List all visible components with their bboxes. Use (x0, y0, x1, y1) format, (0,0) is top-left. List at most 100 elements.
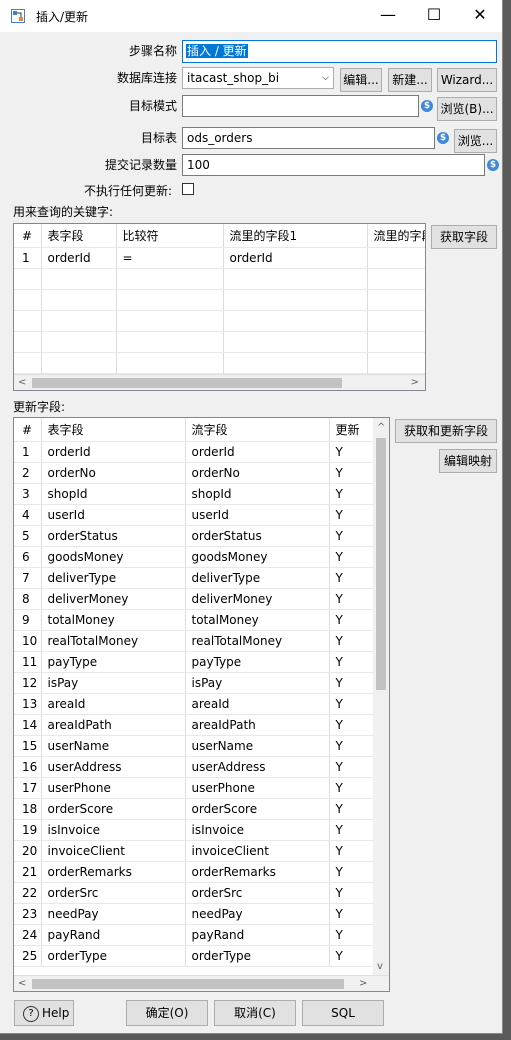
keys-table-cell[interactable]: 1 (14, 247, 42, 269)
close-button[interactable]: ✕ (457, 0, 502, 32)
update-fields-table-cell[interactable]: 8 (14, 588, 42, 610)
update-fields-table-cell[interactable]: orderNo (41, 462, 186, 484)
update-fields-table-cell[interactable]: 13 (14, 693, 42, 715)
step-name-input[interactable]: 插入 / 更新 (182, 40, 497, 63)
keys-table-cell[interactable] (223, 268, 368, 290)
update-fields-table-cell[interactable]: userAddress (185, 756, 330, 778)
update-fields-table-row[interactable]: 13 areaId areaId Y (14, 693, 374, 715)
update-fields-table-cell[interactable]: orderNo (185, 462, 330, 484)
update-fields-table-cell[interactable]: Y (329, 483, 374, 505)
update-fields-table-cell[interactable]: Y (329, 462, 374, 484)
update-fields-table-cell[interactable]: userPhone (41, 777, 186, 799)
keys-table-cell[interactable] (116, 289, 224, 311)
update-fields-table-cell[interactable]: orderRemarks (41, 861, 186, 883)
update-fields-table-cell[interactable]: orderId (185, 441, 330, 463)
update-fields-table-cell[interactable]: deliverMoney (41, 588, 186, 610)
update-fields-table-cell[interactable]: 17 (14, 777, 42, 799)
update-fields-table-cell[interactable]: totalMoney (41, 609, 186, 631)
update-fields-table-cell[interactable]: 16 (14, 756, 42, 778)
cancel-button[interactable]: 取消(C) (214, 1000, 296, 1026)
update-fields-table-cell[interactable]: orderType (41, 945, 186, 967)
update-fields-table-cell[interactable]: Y (329, 525, 374, 547)
update-fields-table-cell[interactable]: 20 (14, 840, 42, 862)
keys-table-row[interactable] (14, 310, 425, 332)
help-button[interactable]: ? Help (14, 1000, 74, 1026)
chevron-down-icon[interactable]: v (377, 959, 383, 975)
keys-table-cell[interactable] (116, 352, 224, 374)
update-fields-table-cell[interactable]: orderScore (41, 798, 186, 820)
update-fields-table-cell[interactable]: Y (329, 714, 374, 736)
update-fields-table-cell[interactable]: orderRemarks (185, 861, 330, 883)
keys-table-cell[interactable] (367, 331, 425, 353)
update-fields-table-cell[interactable]: Y (329, 819, 374, 841)
update-fields-table-cell[interactable]: 19 (14, 819, 42, 841)
update-fields-table-cell[interactable]: realTotalMoney (41, 630, 186, 652)
update-fields-table-cell[interactable]: deliverMoney (185, 588, 330, 610)
scrollbar-thumb[interactable] (32, 378, 342, 388)
update-fields-table-row[interactable]: 5 orderStatus orderStatus Y (14, 525, 374, 547)
update-fields-table-cell[interactable]: 2 (14, 462, 42, 484)
update-fields-table-row[interactable]: 20 invoiceClient invoiceClient Y (14, 840, 374, 862)
update-fields-table-row[interactable]: 4 userId userId Y (14, 504, 374, 526)
update-fields-table-cell[interactable]: Y (329, 840, 374, 862)
update-fields-table-cell[interactable]: totalMoney (185, 609, 330, 631)
update-fields-table-cell[interactable]: goodsMoney (185, 546, 330, 568)
get-fields-button[interactable]: 获取字段 (431, 225, 497, 249)
update-fields-table-row[interactable]: 16 userAddress userAddress Y (14, 756, 374, 778)
new-connection-button[interactable]: 新建... (388, 68, 432, 92)
update-fields-table-cell[interactable]: 24 (14, 924, 42, 946)
update-fields-horizontal-scrollbar[interactable]: < > (14, 975, 389, 991)
update-fields-table-cell[interactable]: Y (329, 861, 374, 883)
update-fields-table-cell[interactable]: Y (329, 651, 374, 673)
update-fields-table-cell[interactable]: Y (329, 798, 374, 820)
update-fields-table-cell[interactable]: orderType (185, 945, 330, 967)
keys-table-cell[interactable] (223, 331, 368, 353)
keys-table-cell[interactable] (41, 289, 117, 311)
update-fields-table-row[interactable]: 9 totalMoney totalMoney Y (14, 609, 374, 631)
keys-table-row[interactable]: 1 orderId = orderId (14, 247, 425, 269)
keys-table-cell[interactable] (14, 352, 42, 374)
update-fields-column-header[interactable]: # (14, 418, 42, 442)
update-fields-table-row[interactable]: 3 shopId shopId Y (14, 483, 374, 505)
update-fields-table-cell[interactable]: isInvoice (41, 819, 186, 841)
update-fields-table-cell[interactable]: areaId (185, 693, 330, 715)
update-fields-table-cell[interactable]: 11 (14, 651, 42, 673)
keys-column-header[interactable]: # (14, 224, 42, 248)
update-fields-table-row[interactable]: 21 orderRemarks orderRemarks Y (14, 861, 374, 883)
commit-size-input[interactable]: 100 (182, 154, 485, 176)
wizard-button[interactable]: Wizard... (437, 68, 497, 92)
update-fields-table-row[interactable]: 12 isPay isPay Y (14, 672, 374, 694)
update-fields-table-cell[interactable]: Y (329, 735, 374, 757)
keys-table-cell[interactable]: orderId (223, 247, 368, 269)
update-fields-table-cell[interactable]: 9 (14, 609, 42, 631)
keys-table-cell[interactable] (14, 331, 42, 353)
update-fields-column-header[interactable]: 表字段 (41, 418, 186, 442)
update-fields-table-cell[interactable]: Y (329, 756, 374, 778)
update-fields-table-cell[interactable]: userName (41, 735, 186, 757)
keys-column-header[interactable]: 表字段 (41, 224, 117, 248)
update-fields-table-cell[interactable]: Y (329, 882, 374, 904)
update-fields-table-row[interactable]: 15 userName userName Y (14, 735, 374, 757)
keys-table-cell[interactable] (367, 268, 425, 290)
keys-table-cell[interactable] (367, 352, 425, 374)
no-update-checkbox[interactable] (182, 183, 194, 195)
keys-table-cell[interactable] (14, 289, 42, 311)
update-fields-table-cell[interactable]: 3 (14, 483, 42, 505)
keys-table-row[interactable] (14, 289, 425, 311)
update-fields-table-row[interactable]: 2 orderNo orderNo Y (14, 462, 374, 484)
target-schema-input[interactable] (182, 95, 419, 117)
browse-table-button[interactable]: 浏览... (454, 129, 497, 153)
update-fields-table-row[interactable]: 8 deliverMoney deliverMoney Y (14, 588, 374, 610)
get-update-fields-button[interactable]: 获取和更新字段 (395, 419, 497, 443)
keys-table-cell[interactable] (116, 310, 224, 332)
update-fields-table-cell[interactable]: Y (329, 588, 374, 610)
update-fields-table-cell[interactable]: areaIdPath (41, 714, 186, 736)
keys-table-row[interactable] (14, 352, 425, 374)
update-fields-table-cell[interactable]: Y (329, 777, 374, 799)
update-fields-table-row[interactable]: 18 orderScore orderScore Y (14, 798, 374, 820)
update-fields-table-cell[interactable]: payRand (185, 924, 330, 946)
update-fields-vertical-scrollbar[interactable]: ^ v (373, 418, 389, 975)
update-fields-table-cell[interactable]: Y (329, 441, 374, 463)
update-fields-table-cell[interactable]: isPay (185, 672, 330, 694)
keys-column-header[interactable]: 流里的字段1 (223, 224, 368, 248)
